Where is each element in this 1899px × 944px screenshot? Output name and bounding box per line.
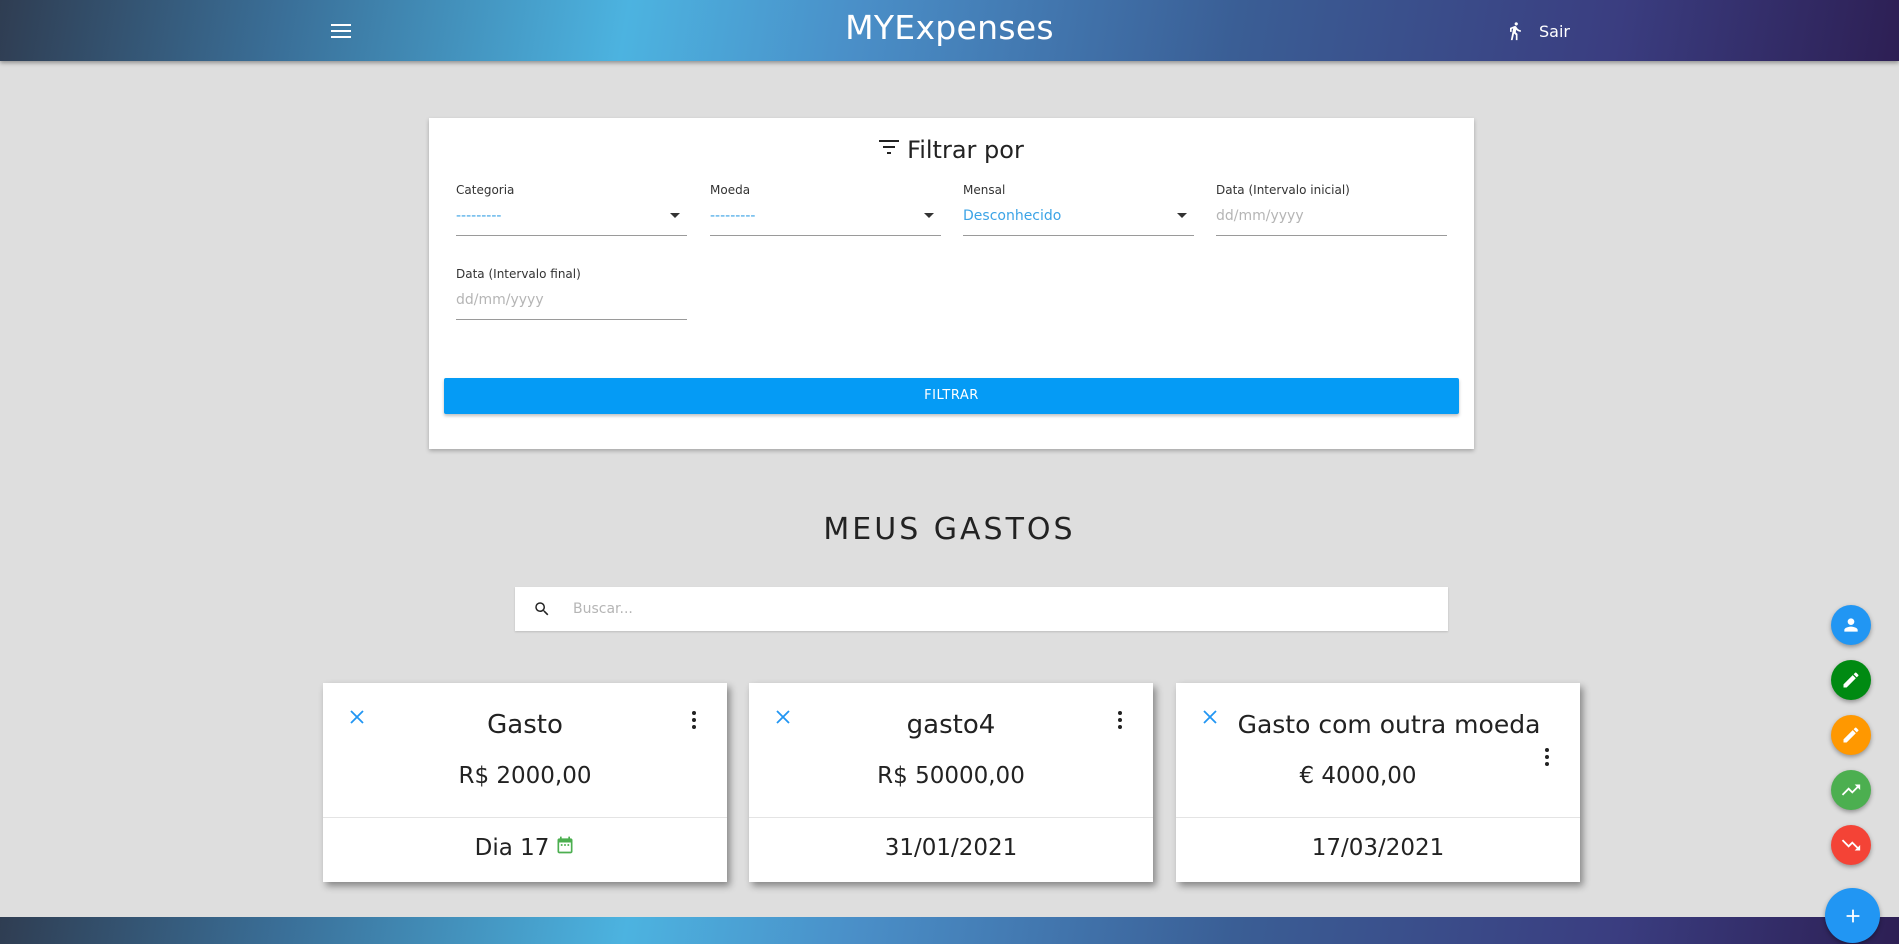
field-underline <box>710 235 941 236</box>
pencil-icon <box>1843 672 1859 688</box>
trending-down-icon <box>1841 839 1861 851</box>
card-divider <box>1176 817 1580 818</box>
profile-fab[interactable] <box>1831 605 1871 645</box>
categoria-select[interactable]: Categoria --------- <box>456 183 687 236</box>
filter-title: Filtrar por <box>429 136 1474 164</box>
filter-title-label: Filtrar por <box>907 136 1024 164</box>
search-bar <box>515 587 1448 631</box>
card-divider <box>749 817 1153 818</box>
add-fab[interactable] <box>1825 888 1880 943</box>
moeda-label: Moeda <box>710 183 751 197</box>
data-inicial-label: Data (Intervalo inicial) <box>1216 183 1350 197</box>
expense-amount: R$ 50000,00 <box>877 763 1025 789</box>
person-icon <box>1844 618 1858 632</box>
chevron-down-icon <box>924 213 934 218</box>
trending-up-icon <box>1841 784 1861 796</box>
calendar-icon <box>557 836 573 853</box>
search-icon <box>535 602 549 616</box>
data-final-field[interactable]: Data (Intervalo final) dd/mm/yyyy <box>456 267 687 320</box>
expense-date: 17/03/2021 <box>1311 835 1445 861</box>
expense-title: gasto4 <box>906 710 996 740</box>
field-underline <box>963 235 1194 236</box>
expense-card[interactable]: Gasto com outra moeda € 4000,00 17/03/20… <box>1176 683 1580 882</box>
plus-icon <box>1846 909 1859 922</box>
bottom-bar <box>0 917 1899 944</box>
edit-fab-green[interactable] <box>1831 660 1871 700</box>
expense-card[interactable]: Gasto R$ 2000,00 Dia 17 <box>323 683 727 882</box>
pencil-icon <box>1843 727 1859 743</box>
field-underline <box>456 319 687 320</box>
expense-title: Gasto com outra moeda <box>1237 710 1541 739</box>
field-underline <box>456 235 687 236</box>
data-final-label: Data (Intervalo final) <box>456 267 581 281</box>
filter-icon <box>879 140 900 154</box>
edit-fab-orange[interactable] <box>1831 715 1871 755</box>
logout-button[interactable]: Sair <box>1505 16 1570 46</box>
search-input[interactable] <box>573 595 1433 623</box>
data-inicial-field[interactable]: Data (Intervalo inicial) dd/mm/yyyy <box>1216 183 1447 236</box>
mensal-value: Desconhecido <box>963 208 1062 224</box>
mensal-label: Mensal <box>963 183 1006 197</box>
expense-fab[interactable] <box>1831 825 1871 865</box>
expense-amount: R$ 2000,00 <box>458 763 592 789</box>
expenses-title: MEUS GASTOS <box>823 512 1076 547</box>
expense-title: Gasto <box>487 710 563 740</box>
filter-card: Filtrar por Categoria --------- Moeda --… <box>429 118 1474 449</box>
chevron-down-icon <box>670 213 680 218</box>
data-final-placeholder: dd/mm/yyyy <box>456 292 544 308</box>
categoria-label: Categoria <box>456 183 515 197</box>
mensal-select[interactable]: Mensal Desconhecido <box>963 183 1194 236</box>
walking-person-icon <box>1510 22 1521 41</box>
chevron-down-icon <box>1177 213 1187 218</box>
expense-date: Dia 17 <box>323 835 727 861</box>
expense-amount: € 4000,00 <box>1299 763 1417 789</box>
income-fab[interactable] <box>1831 770 1871 810</box>
field-underline <box>1216 235 1447 236</box>
categoria-value: --------- <box>456 208 502 224</box>
expense-card[interactable]: gasto4 R$ 50000,00 31/01/2021 <box>749 683 1153 882</box>
expense-date: 31/01/2021 <box>884 835 1018 861</box>
moeda-select[interactable]: Moeda --------- <box>710 183 941 236</box>
card-divider <box>323 817 727 818</box>
top-app-bar: MYExpenses Sair <box>0 0 1899 61</box>
moeda-value: --------- <box>710 208 756 224</box>
data-inicial-placeholder: dd/mm/yyyy <box>1216 208 1304 224</box>
filter-button[interactable]: FILTRAR <box>444 378 1459 414</box>
logout-label: Sair <box>1539 21 1570 41</box>
expense-date-label: Dia 17 <box>474 835 550 861</box>
app-title: MYExpenses <box>845 8 1054 47</box>
